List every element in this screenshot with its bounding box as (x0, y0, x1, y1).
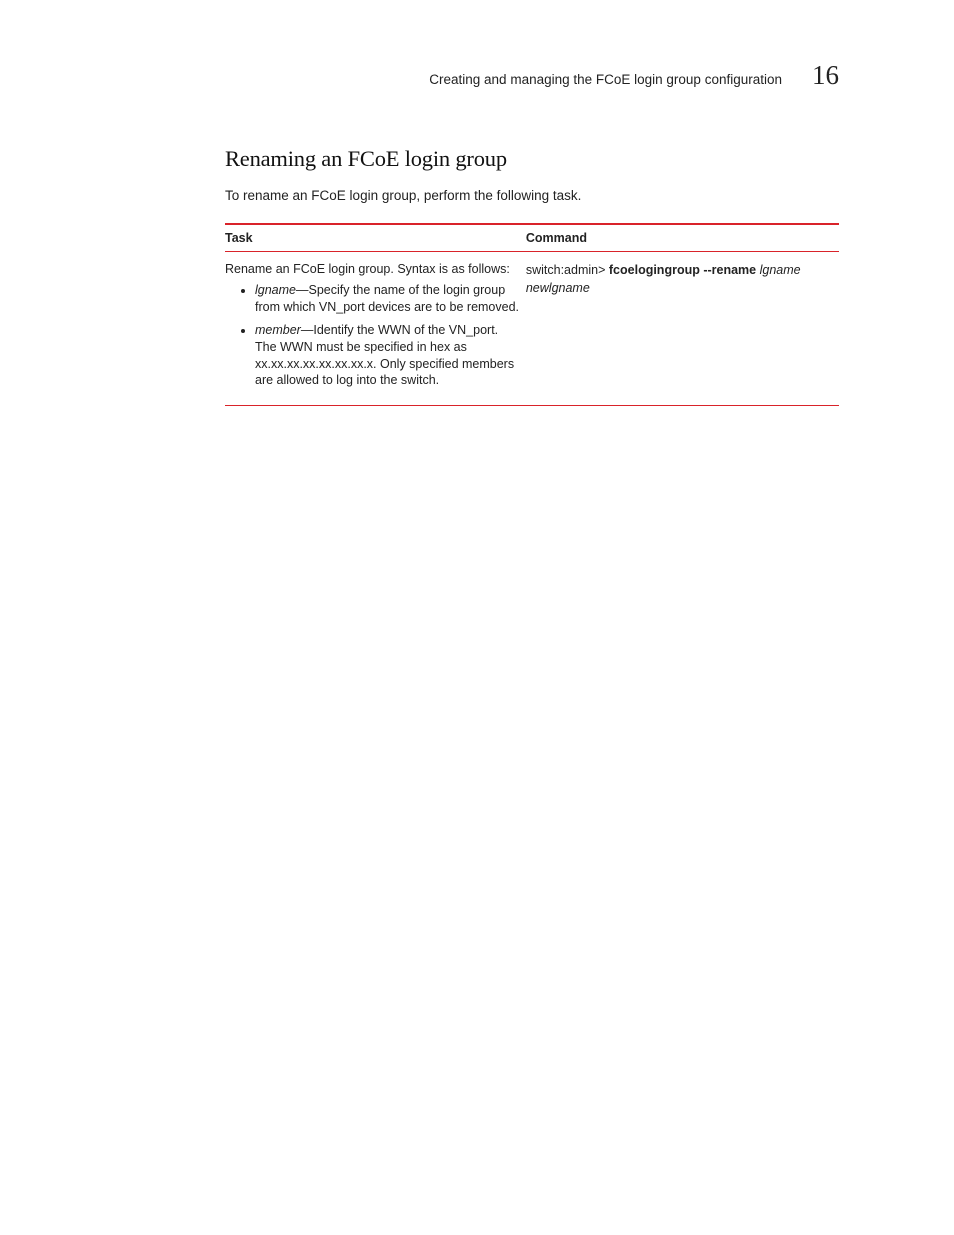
header-title: Creating and managing the FCoE login gro… (429, 72, 782, 87)
task-cell: Rename an FCoE login group. Syntax is as… (225, 252, 526, 406)
table-row: Rename an FCoE login group. Syntax is as… (225, 252, 839, 406)
syntax-list: lgname—Specify the name of the login gro… (225, 282, 520, 389)
cmd-arg: lgname (756, 263, 800, 277)
list-item: member—Identify the WWN of the VN_port. … (255, 322, 520, 390)
col-header-task: Task (225, 224, 526, 252)
cmd-prompt: switch:admin> (526, 263, 609, 277)
section-intro: To rename an FCoE login group, perform t… (225, 188, 839, 203)
task-intro: Rename an FCoE login group. Syntax is as… (225, 262, 520, 276)
chapter-number: 16 (812, 60, 839, 91)
syntax-term: lgname (255, 283, 296, 297)
page-header: Creating and managing the FCoE login gro… (225, 60, 839, 91)
task-table: Task Command Rename an FCoE login group.… (225, 223, 839, 406)
page: Creating and managing the FCoE login gro… (0, 0, 954, 466)
list-item: lgname—Specify the name of the login gro… (255, 282, 520, 316)
command-cell: switch:admin> fcoelogingroup --rename lg… (526, 252, 839, 406)
col-header-command: Command (526, 224, 839, 252)
section-heading: Renaming an FCoE login group (225, 146, 839, 172)
cmd-arg: newlgname (526, 281, 590, 295)
cmd-keyword: fcoelogingroup --rename (609, 263, 756, 277)
syntax-term: member (255, 323, 301, 337)
